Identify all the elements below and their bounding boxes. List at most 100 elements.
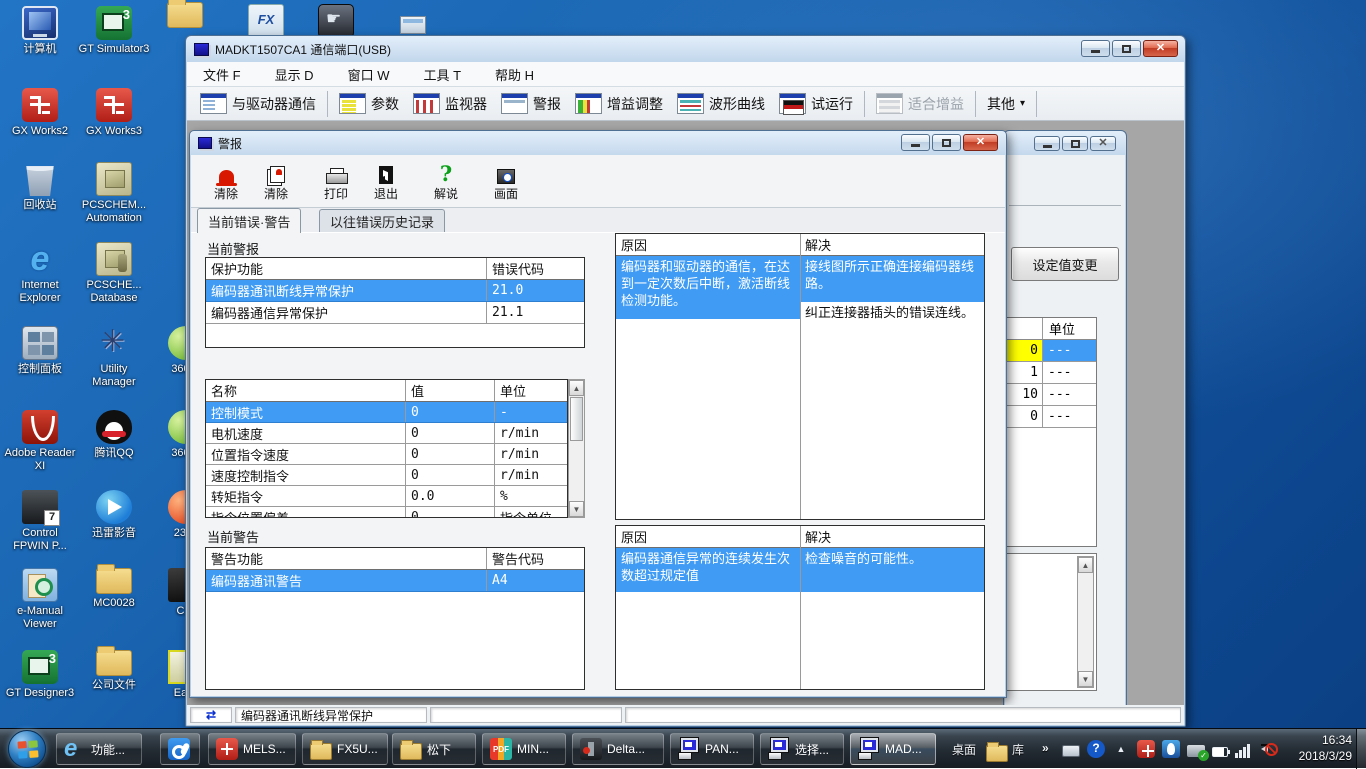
taskbar-button-panaterm-active[interactable]: MAD... [850, 733, 936, 765]
scroll-up-arrow[interactable]: ▲ [569, 380, 584, 396]
im-tray-icon[interactable] [1162, 740, 1180, 758]
desktop-icon-gt-simulator3[interactable]: GT Simulator3 [78, 6, 150, 56]
scrollbar[interactable]: ▲ ▼ [1077, 556, 1094, 688]
gx-tray-icon[interactable] [1137, 740, 1155, 758]
alarm-solution-1[interactable]: 接线图所示正确连接编码器线路。 [800, 256, 984, 302]
monitor-scrollbar[interactable]: ▲ ▼ [568, 379, 585, 518]
desktop-icon-xunlei[interactable]: 迅雷影音 [78, 490, 150, 540]
table-row[interactable]: 0 --- [1006, 406, 1096, 428]
taskbar-button-delta[interactable]: Delta... [572, 733, 664, 765]
desktop-icon-mc0028[interactable]: MC0028 [78, 568, 150, 610]
tab-current-errors[interactable]: 当前错误·警告 [197, 208, 301, 233]
menu-tools[interactable]: 工具 T [423, 65, 461, 84]
desktop-icon-emanual[interactable]: e-Manual Viewer [4, 568, 76, 631]
menu-display[interactable]: 显示 D [275, 65, 314, 84]
main-window-titlebar[interactable]: MADKT1507CA1 通信端口(USB) [186, 36, 1185, 62]
taskbar-clock[interactable]: 16:34 2018/3/29 [1299, 732, 1352, 764]
help-tray-icon[interactable]: ? [1087, 740, 1105, 758]
library-label[interactable]: 库 [1012, 741, 1024, 758]
scroll-down-arrow[interactable]: ▼ [569, 501, 584, 517]
menu-help[interactable]: 帮助 H [495, 65, 534, 84]
restore-button[interactable] [1062, 136, 1088, 151]
alarm-solution-2[interactable]: 纠正连接器插头的错误连线。 [800, 302, 984, 348]
scroll-up-arrow[interactable]: ▲ [1078, 557, 1093, 573]
desktop-icon-adobe-reader[interactable]: Adobe Reader XI [4, 410, 76, 473]
taskbar-button-panaterm-1[interactable]: PAN... [670, 733, 754, 765]
network-signal-icon[interactable] [1235, 740, 1253, 758]
desktop-icon-control-panel[interactable]: 控制面板 [4, 326, 76, 376]
battery-icon[interactable] [1212, 747, 1228, 757]
alarm-cause[interactable]: 编码器和驱动器的通信，在达到一定次数后中断，激活断线检测功能。 [616, 256, 800, 319]
minimize-button[interactable] [1034, 136, 1060, 151]
toolbar-trial-run-button[interactable]: 试运行 [772, 90, 860, 117]
maximize-button[interactable] [1112, 40, 1141, 57]
taskbar-button-ie[interactable]: e功能... [56, 733, 142, 765]
taskbar-button-melsoft[interactable]: MELS... [208, 733, 296, 765]
desktop-icon-folder-top[interactable] [165, 2, 205, 31]
toolbar-parameter-button[interactable]: 参数 [332, 90, 406, 117]
table-row[interactable]: 编码器通讯警告 A4 [206, 570, 584, 592]
library-folder-icon[interactable] [986, 745, 1008, 762]
desktop-icon-qq[interactable]: 腾讯QQ [78, 410, 150, 460]
show-desktop-button[interactable] [1356, 729, 1366, 769]
desktop-icon-utility-manager[interactable]: Utility Manager [78, 326, 150, 389]
desktop-toolbar-label[interactable]: 桌面 [952, 741, 976, 758]
close-button[interactable]: ✕ [1143, 40, 1178, 57]
volume-muted-icon[interactable] [1260, 740, 1278, 758]
minimize-button[interactable] [901, 134, 930, 151]
toolbar-overflow-chevron[interactable]: » [1042, 741, 1049, 755]
close-button[interactable]: ✕ [1090, 136, 1116, 151]
toolbar-gain-button[interactable]: 增益调整 [568, 90, 670, 117]
alarm-window-titlebar[interactable]: 警报 [190, 131, 1006, 155]
table-row[interactable]: 转矩指令 0.0 % [206, 486, 567, 507]
table-row[interactable]: 指令位置偏差 0 指令单位 [206, 507, 567, 518]
taskbar-button-pdf[interactable]: PDFMIN... [482, 733, 566, 765]
taskbar-button-panasonic-folder[interactable]: 松下 [392, 733, 476, 765]
scroll-down-arrow[interactable]: ▼ [1078, 671, 1093, 687]
warning-solution-1[interactable]: 检查噪音的可能性。 [800, 548, 984, 592]
table-row[interactable]: 0 --- [1006, 340, 1096, 362]
toolbar-waveform-button[interactable]: 波形曲线 [670, 90, 772, 117]
table-row[interactable]: 速度控制指令 0 r/min [206, 465, 567, 486]
desktop-icon-pcschem-automation[interactable]: PCSCHEM... Automation [78, 162, 150, 225]
taskbar-button-fx5u-folder[interactable]: FX5U... [302, 733, 388, 765]
warning-cause[interactable]: 编码器通信异常的连续发生次数超过规定值 [616, 548, 800, 592]
screen-button[interactable]: 画面 [483, 160, 529, 202]
taskbar-button-baidu-netdisk[interactable] [160, 733, 200, 765]
desktop-icon-gx-works2[interactable]: GX Works2 [4, 88, 76, 138]
restore-button[interactable] [932, 134, 961, 151]
table-row[interactable]: 10 --- [1006, 384, 1096, 406]
menu-file[interactable]: 文件 F [203, 65, 241, 84]
scroll-thumb[interactable] [570, 397, 583, 441]
table-row[interactable]: 编码器通信异常保护 21.1 [206, 302, 584, 324]
table-row[interactable]: 编码器通讯断线异常保护 21.0 [206, 280, 584, 302]
tab-error-history[interactable]: 以往错误历史记录 [319, 209, 445, 233]
desktop-icon-company-files[interactable]: 公司文件 [78, 650, 150, 692]
minimize-button[interactable] [1081, 40, 1110, 57]
close-button[interactable]: ✕ [963, 134, 998, 151]
desktop-icon-computer[interactable]: 计算机 [4, 6, 76, 56]
change-setpoint-button[interactable]: 设定值变更 [1011, 247, 1119, 281]
table-row[interactable]: 控制模式 0 - [206, 402, 567, 423]
desktop-icon-internet-explorer[interactable]: eInternet Explorer [4, 242, 76, 305]
table-row[interactable]: 1 --- [1006, 362, 1096, 384]
clear-history-button[interactable]: 清除 [253, 160, 299, 202]
usb-device-icon[interactable] [1187, 745, 1205, 757]
desktop-icon-pcschem-database[interactable]: PCSCHE... Database [78, 242, 150, 305]
desktop-icon-recycle-bin[interactable]: 回收站 [4, 162, 76, 212]
exit-button[interactable]: 退出 [363, 160, 409, 202]
taskbar-button-panaterm-2[interactable]: 选择... [760, 733, 844, 765]
tray-expander-icon[interactable]: ▲ [1112, 740, 1130, 758]
table-row[interactable]: 位置指令速度 0 r/min [206, 444, 567, 465]
toolbar-alarm-button[interactable]: 警报 [494, 90, 568, 117]
table-row[interactable]: 电机速度 0 r/min [206, 423, 567, 444]
desktop-icon-gx-works3[interactable]: GX Works3 [78, 88, 150, 138]
toolbar-comm-button[interactable]: 与驱动器通信 [193, 90, 323, 117]
desktop-icon-fpwin[interactable]: Control FPWIN P... [4, 490, 76, 553]
start-button[interactable] [8, 730, 46, 768]
menu-window[interactable]: 窗口 W [348, 65, 390, 84]
print-button[interactable]: 打印 [313, 160, 359, 202]
explain-button[interactable]: ?解说 [423, 160, 469, 202]
toolbar-other-button[interactable]: 其他▾ [980, 91, 1032, 117]
toolbar-monitor-button[interactable]: 监视器 [406, 90, 494, 117]
